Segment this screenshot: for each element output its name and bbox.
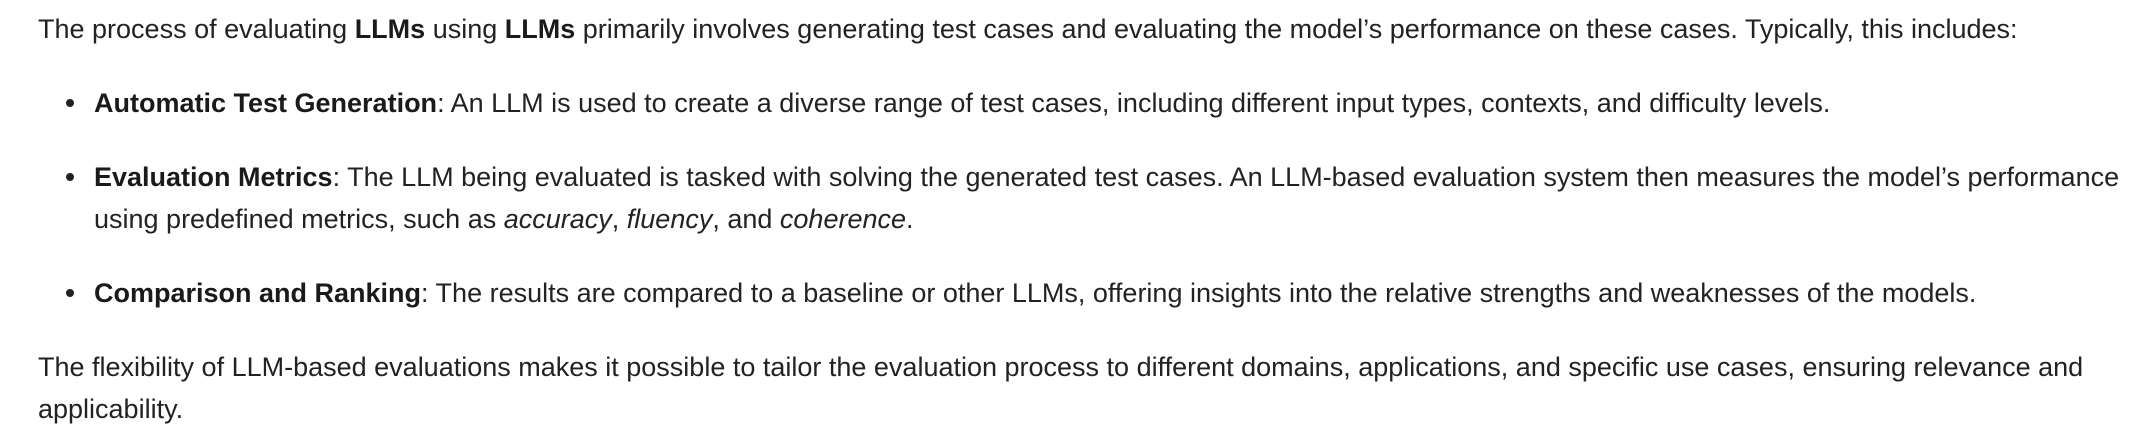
bullet-icon: [66, 289, 74, 297]
intro-text-3: primarily involves generating test cases…: [575, 14, 2018, 44]
metric-fluency: fluency: [626, 204, 713, 234]
intro-text-2: using: [425, 14, 505, 44]
end-punctuation: .: [906, 204, 914, 234]
article-body: The process of evaluating LLMs using LLM…: [0, 0, 2152, 430]
evaluation-steps-list: Automatic Test Generation: An LLM is use…: [38, 82, 2128, 314]
bullet-icon: [66, 99, 74, 107]
list-item-automatic-test-generation: Automatic Test Generation: An LLM is use…: [66, 82, 2128, 124]
metric-coherence: coherence: [779, 204, 906, 234]
list-item-text: : An LLM is used to create a diverse ran…: [437, 88, 1831, 118]
list-item-evaluation-metrics: Evaluation Metrics: The LLM being evalua…: [66, 156, 2128, 240]
intro-paragraph: The process of evaluating LLMs using LLM…: [38, 8, 2128, 50]
list-item-text: : The LLM being evaluated is tasked with…: [94, 162, 2120, 234]
intro-bold-llms-2: LLMs: [504, 14, 576, 44]
metric-accuracy: accuracy: [503, 204, 612, 234]
bullet-icon: [66, 173, 74, 181]
separator-text: , and: [712, 204, 780, 234]
list-item-title: Evaluation Metrics: [94, 162, 333, 192]
list-item-text: : The results are compared to a baseline…: [421, 278, 1977, 308]
list-item-title: Comparison and Ranking: [94, 278, 422, 308]
closing-paragraph: The flexibility of LLM-based evaluations…: [38, 352, 2084, 424]
separator-text: ,: [611, 204, 627, 234]
list-item-title: Automatic Test Generation: [94, 88, 438, 118]
list-item-comparison-and-ranking: Comparison and Ranking: The results are …: [66, 272, 2128, 314]
intro-bold-llms-1: LLMs: [354, 14, 426, 44]
intro-text-1: The process of evaluating: [38, 14, 355, 44]
